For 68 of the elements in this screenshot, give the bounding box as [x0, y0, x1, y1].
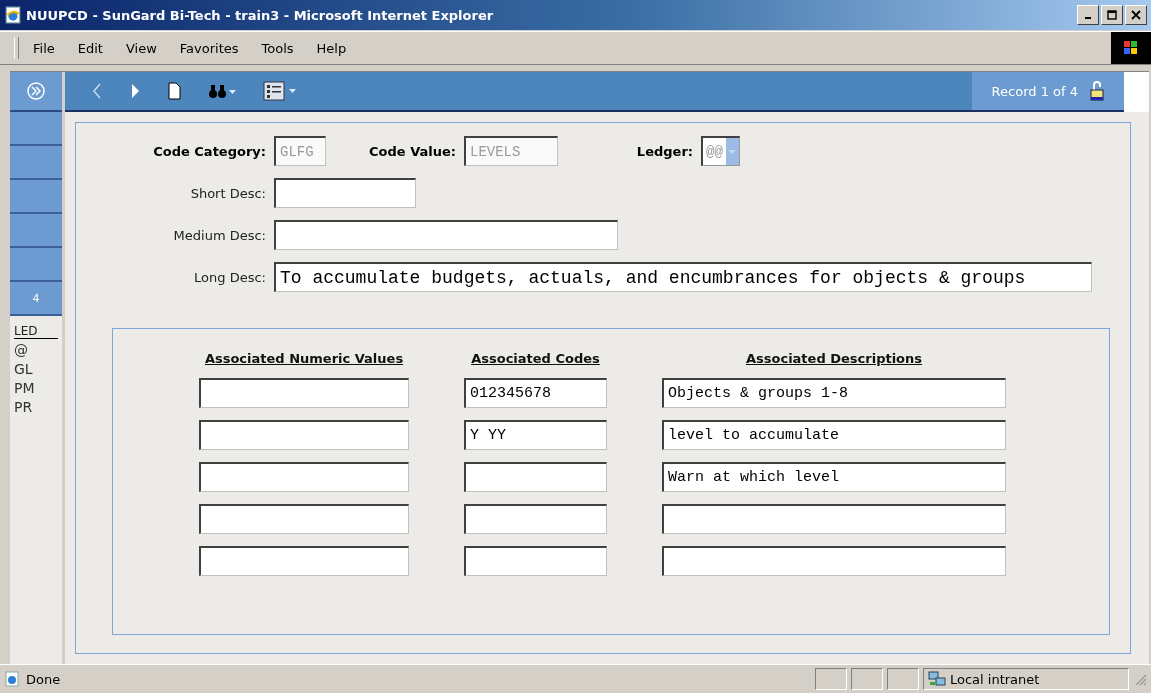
column-header: Associated Numeric Values [203, 351, 405, 366]
field-label: Medium Desc: [172, 227, 266, 243]
maximize-button[interactable] [1101, 5, 1123, 25]
caret-icon [728, 148, 737, 155]
close-button[interactable] [1125, 5, 1147, 25]
close-icon [1131, 10, 1141, 20]
input-field[interactable]: Y YY [464, 420, 607, 450]
input-field[interactable]: Objects & groups 1-8 [662, 378, 1006, 408]
unlocked-padlock-icon[interactable] [1090, 80, 1104, 102]
input-field[interactable] [464, 462, 607, 492]
input-field[interactable] [464, 504, 607, 534]
input-field[interactable]: 012345678 [464, 378, 607, 408]
status-text: Done [26, 671, 61, 687]
status-pane [815, 668, 847, 690]
column-header: Associated Codes [470, 351, 601, 366]
input-field[interactable] [199, 378, 409, 408]
resize-grip-icon[interactable] [1133, 672, 1147, 686]
sidebar-tile[interactable] [10, 248, 62, 282]
input-field[interactable] [274, 220, 618, 250]
input-field[interactable] [274, 178, 416, 208]
input-field[interactable] [199, 462, 409, 492]
windows-logo-icon [1111, 32, 1151, 64]
expand-icon[interactable] [26, 81, 46, 101]
record-counter: Record 1 of 4 [991, 83, 1078, 99]
minimize-icon [1085, 17, 1091, 19]
binoculars-icon[interactable] [207, 82, 237, 100]
sidebar-tile[interactable] [10, 180, 62, 214]
form-list-icon[interactable] [263, 81, 297, 101]
menu-item[interactable]: File [33, 40, 55, 56]
input-field[interactable]: level to accumulate [662, 420, 1006, 450]
input-field[interactable] [464, 546, 607, 576]
input-field[interactable] [199, 546, 409, 576]
list-header: LED [14, 324, 58, 339]
status-pane [851, 668, 883, 690]
input-field[interactable] [662, 546, 1006, 576]
menu-item[interactable]: Edit [77, 40, 103, 56]
field-label: Code Category: [152, 143, 266, 159]
input-field[interactable]: Warn at which level [662, 462, 1006, 492]
input-field[interactable]: To accumulate budgets, actuals, and encumbrances for objects & groups [274, 262, 1092, 292]
field-label: Short Desc: [189, 185, 266, 201]
sidebar-tile[interactable] [10, 214, 62, 248]
sidebar-tile[interactable] [10, 112, 62, 146]
field-label: Code Value: [368, 143, 456, 159]
window-title: NUUPCD - SunGard Bi-Tech - train3 - Microsoft Internet Explorer [26, 7, 495, 23]
minimize-button[interactable] [1077, 5, 1099, 25]
browser-icon [4, 671, 20, 687]
sidebar-tile[interactable] [10, 146, 62, 180]
document-icon[interactable] [167, 82, 181, 100]
menu-item[interactable]: Favorites [179, 40, 239, 56]
network-icon [928, 671, 946, 687]
zone-text: Local intranet [950, 671, 1040, 687]
forward-arrow-icon[interactable] [129, 81, 141, 101]
menu-item[interactable]: Tools [261, 40, 294, 56]
menu-item[interactable]: View [125, 40, 157, 56]
input-field[interactable] [662, 504, 1006, 534]
input-field[interactable] [199, 504, 409, 534]
list-item[interactable]: PM [14, 379, 62, 398]
maximize-icon [1107, 10, 1117, 20]
field-label: Ledger: [635, 143, 693, 159]
list-item[interactable]: @ [14, 341, 62, 360]
input-field[interactable] [199, 420, 409, 450]
browser-icon [4, 6, 22, 24]
list-item[interactable]: GL [14, 360, 62, 379]
status-pane [887, 668, 919, 690]
list-item[interactable]: PR [14, 398, 62, 417]
column-header: Associated Descriptions [744, 351, 924, 366]
field-label: Long Desc: [193, 269, 266, 285]
menu-item[interactable]: Help [316, 40, 347, 56]
